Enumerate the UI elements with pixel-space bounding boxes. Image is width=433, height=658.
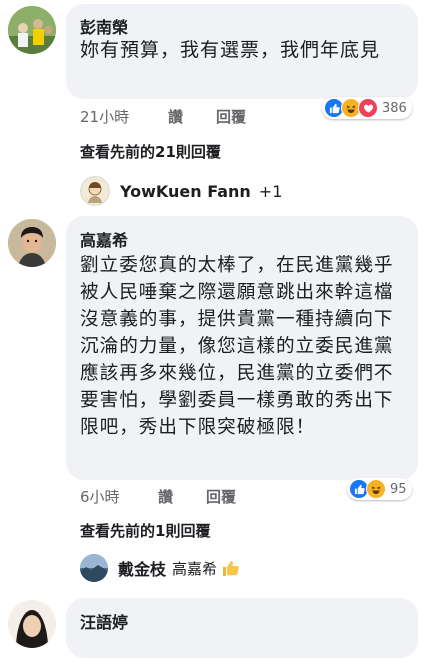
avatar[interactable]	[8, 600, 56, 648]
haha-reaction-icon	[366, 479, 386, 499]
love-reaction-icon	[358, 98, 378, 118]
view-previous-replies-link[interactable]: 查看先前的1則回覆	[80, 520, 210, 541]
comment-author[interactable]: 汪語婷	[80, 609, 128, 633]
comment-text: 劉立委您真的太棒了，在民進黨幾乎被人民唾棄之際還願意跳出來幹這檔沒意義的事，提供…	[80, 255, 394, 438]
avatar[interactable]	[8, 219, 56, 267]
avatar[interactable]	[8, 6, 56, 54]
reply-author[interactable]: YowKuen Fann	[120, 182, 251, 201]
comment-author[interactable]: 高嘉希	[80, 227, 128, 251]
avatar-photo	[8, 219, 56, 267]
reply-mention[interactable]: 高嘉希	[172, 558, 217, 579]
like-button[interactable]: 讚	[158, 486, 173, 507]
reaction-summary[interactable]: 386	[322, 97, 412, 119]
reply-count-extra: +1	[258, 181, 283, 201]
comment-text: 妳有預算，我有選票，我們年底見	[80, 39, 381, 61]
comment-time[interactable]: 6小時	[80, 486, 120, 507]
avatar-photo	[8, 600, 56, 648]
comment-author[interactable]: 彭南榮	[80, 14, 128, 38]
avatar-photo	[8, 6, 56, 54]
reply-preview[interactable]: YowKuen Fann +1	[80, 176, 282, 206]
comment-meta: 6小時 讚 回覆	[80, 486, 320, 506]
comment-meta: 21小時 讚 回覆	[80, 106, 320, 126]
reply-author[interactable]: 戴金枝	[118, 556, 166, 580]
thumbs-up-icon	[221, 558, 241, 578]
comment-time[interactable]: 21小時	[80, 106, 129, 127]
reply-avatar	[80, 176, 110, 206]
reply-avatar	[80, 554, 108, 582]
reaction-summary[interactable]: 95	[347, 478, 412, 500]
reply-preview[interactable]: 戴金枝 高嘉希	[80, 554, 241, 582]
like-button[interactable]: 讚	[168, 106, 183, 127]
reply-button[interactable]: 回覆	[216, 106, 246, 127]
reply-button[interactable]: 回覆	[206, 486, 236, 507]
reaction-count: 386	[382, 100, 407, 116]
view-previous-replies-link[interactable]: 查看先前的21則回覆	[80, 141, 221, 162]
reaction-count: 95	[390, 481, 407, 497]
